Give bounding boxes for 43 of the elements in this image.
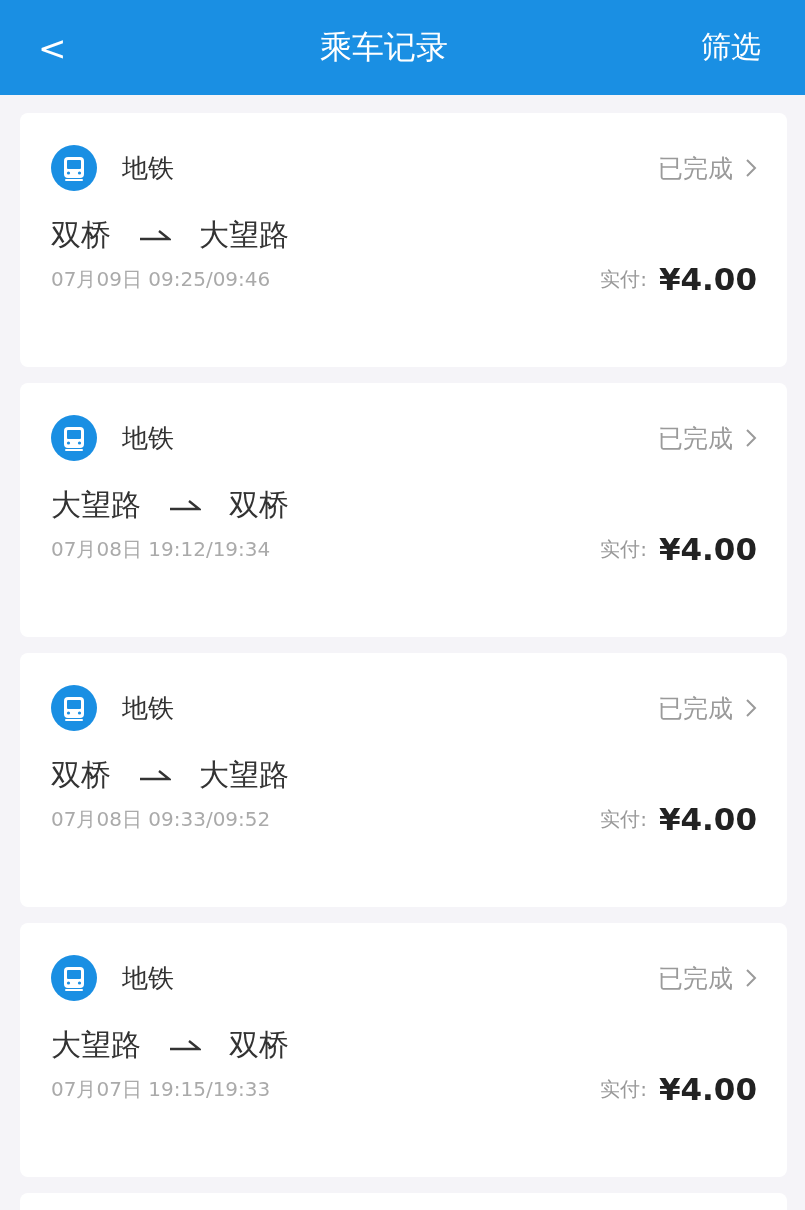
paid-amount: ¥4.00 (658, 1071, 757, 1107)
transport-type: 地铁 (122, 421, 175, 455)
paid-label: 实付: (600, 805, 647, 833)
page-title: 乘车记录 (319, 26, 448, 68)
chevron-icon (745, 698, 757, 718)
paid-amount: ¥4.00 (658, 801, 757, 837)
subway-icon (51, 955, 97, 1001)
origin-station: 大望路 (51, 485, 141, 524)
origin-station: 双桥 (51, 755, 111, 794)
trip-card[interactable]: 地铁 已完成 双桥 大望路 07月09日 09:25/09:46 实付: ¥4.00 (20, 113, 787, 367)
chevron-icon (745, 428, 757, 448)
chevron-icon (745, 968, 757, 988)
chevron-icon (745, 158, 757, 178)
origin-station: 双桥 (51, 215, 111, 254)
filter-button[interactable]: 筛选 (701, 27, 761, 68)
status-link[interactable]: 已完成 (658, 421, 757, 455)
paid-amount: ¥4.00 (658, 261, 757, 297)
paid-label: 实付: (600, 535, 647, 563)
status-link[interactable]: 已完成 (658, 151, 757, 185)
destination-station: 大望路 (199, 755, 289, 794)
transport-type: 地铁 (122, 961, 175, 995)
trip-card[interactable]: 地铁 已完成 大望路 双桥 07月07日 19:15/19:33 实付: ¥4.00 (20, 923, 787, 1177)
subway-icon (51, 685, 97, 731)
paid-amount: ¥4.00 (658, 531, 757, 567)
trip-time: 07月08日 19:12/19:34 (51, 535, 272, 563)
transport-type: 地铁 (122, 151, 175, 185)
trip-card[interactable]: 地铁 已完成 大望路 双桥 07月08日 19:12/19:34 实付: ¥4.00 (20, 383, 787, 637)
subway-icon (51, 145, 97, 191)
trip-time: 07月09日 09:25/09:46 (51, 265, 272, 293)
back-button[interactable]: < (38, 27, 67, 68)
trip-card[interactable]: 地铁 已完成 双桥 大望路 07月08日 09:33/09:52 实付: ¥4.00 (20, 653, 787, 907)
paid-label: 实付: (600, 265, 647, 293)
transport-type: 地铁 (122, 691, 175, 725)
origin-station: 大望路 (51, 1025, 141, 1064)
status-link[interactable]: 已完成 (658, 961, 757, 995)
destination-station: 双桥 (229, 1025, 289, 1064)
trip-time: 07月07日 19:15/19:33 (51, 1075, 272, 1103)
paid-label: 实付: (600, 1075, 647, 1103)
subway-icon (51, 415, 97, 461)
trip-time: 07月08日 09:33/09:52 (51, 805, 272, 833)
destination-station: 大望路 (199, 215, 289, 254)
status-link[interactable]: 已完成 (658, 691, 757, 725)
destination-station: 双桥 (229, 485, 289, 524)
